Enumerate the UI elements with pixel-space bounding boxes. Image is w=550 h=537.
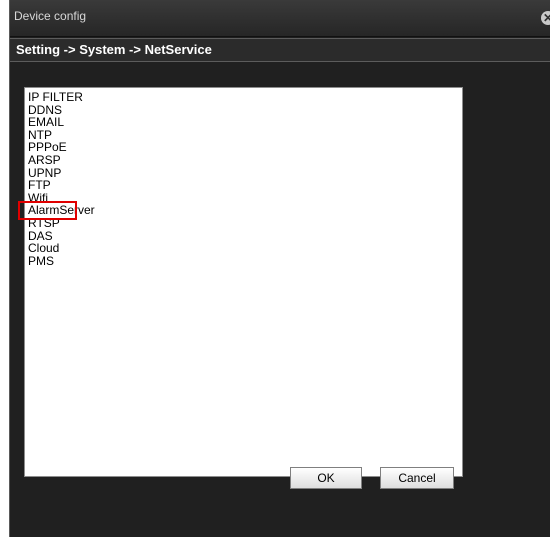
list-item-pppoe[interactable]: PPPoE [28,141,462,154]
list-item-alarmserver[interactable]: AlarmServer [28,204,462,217]
list-item-pms[interactable]: PMS [28,255,462,268]
cancel-button[interactable]: Cancel [380,467,454,489]
list-item-rtsp[interactable]: RTSP [28,217,462,230]
list-item-arsp[interactable]: ARSP [28,154,462,167]
list-item-ftp[interactable]: FTP [28,179,462,192]
list-item-ntp[interactable]: NTP [28,129,462,142]
screenshot: Device config ✕ Setting -> System -> Net… [0,0,550,537]
list-item-upnp[interactable]: UPNP [28,166,462,180]
service-list[interactable]: IP FILTER DDNS EMAIL NTP PPPoE ARSP UPNP… [24,87,463,477]
device-config-dialog: Device config ✕ Setting -> System -> Net… [9,0,550,537]
list-item-ddns[interactable]: DDNS [28,103,462,117]
breadcrumb-path: Setting -> System -> NetService [16,42,212,57]
window-title: Device config [14,9,87,23]
breadcrumb: Setting -> System -> NetService [10,38,550,62]
netservice-panel: IP FILTER DDNS EMAIL NTP PPPoE ARSP UPNP… [10,62,550,537]
title-bar[interactable]: Device config ✕ [10,0,550,37]
list-item-email[interactable]: EMAIL [28,116,462,129]
close-icon[interactable]: ✕ [541,11,550,25]
ok-button[interactable]: OK [290,467,362,489]
list-item-cloud[interactable]: Cloud [28,242,462,255]
list-item-ip-filter[interactable]: IP FILTER [28,91,462,104]
list-item-das[interactable]: DAS [28,229,462,243]
